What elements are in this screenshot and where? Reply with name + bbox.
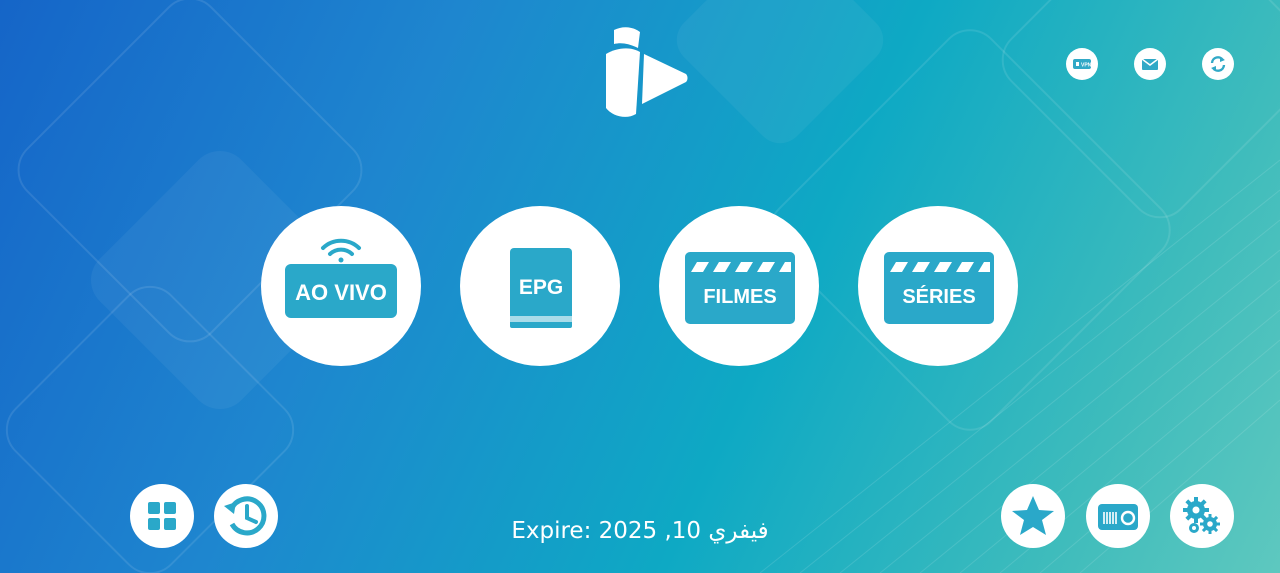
epg-label: EPG [519,276,563,299]
grid-icon [148,502,176,530]
radio-icon [1098,504,1138,530]
messages-button[interactable] [1134,48,1166,80]
favorites-button[interactable] [1001,484,1065,548]
series-label: SÉRIES [902,285,975,308]
expire-date: Expire: 2025 ,10 فيفري [511,518,769,544]
movies-label: FILMES [703,286,776,308]
live-tv-graphic: AO VIVO [285,238,397,318]
history-icon [224,496,267,536]
wifi-icon [321,238,361,263]
series-tile[interactable]: SÉRIES [858,206,1018,366]
mail-icon [1141,58,1159,70]
history-button[interactable] [214,484,278,548]
clapper-icon: FILMES [685,252,795,324]
movies-tile[interactable]: FILMES [659,206,819,366]
star-icon [1012,496,1054,535]
settings-icon [1183,497,1220,534]
settings-button[interactable] [1170,484,1234,548]
live-tv-label: AO VIVO [295,280,387,305]
radio-button[interactable] [1086,484,1150,548]
refresh-icon [1210,56,1226,72]
vpn-icon: VPN [1073,59,1092,69]
live-tv-tile[interactable]: AO VIVO [261,206,421,366]
clapper-icon: SÉRIES [884,252,994,324]
refresh-button[interactable] [1202,48,1234,80]
svg-text:VPN: VPN [1081,63,1092,69]
multiscreen-button[interactable] [130,484,194,548]
home-screen: VPN AO VIVO EPG FILMES SÉRIES Expire: 20… [0,0,1280,573]
epg-tile[interactable]: EPG [460,206,620,366]
app-logo [606,27,688,117]
vpn-button[interactable]: VPN [1066,48,1098,80]
book-icon: EPG [510,248,572,328]
